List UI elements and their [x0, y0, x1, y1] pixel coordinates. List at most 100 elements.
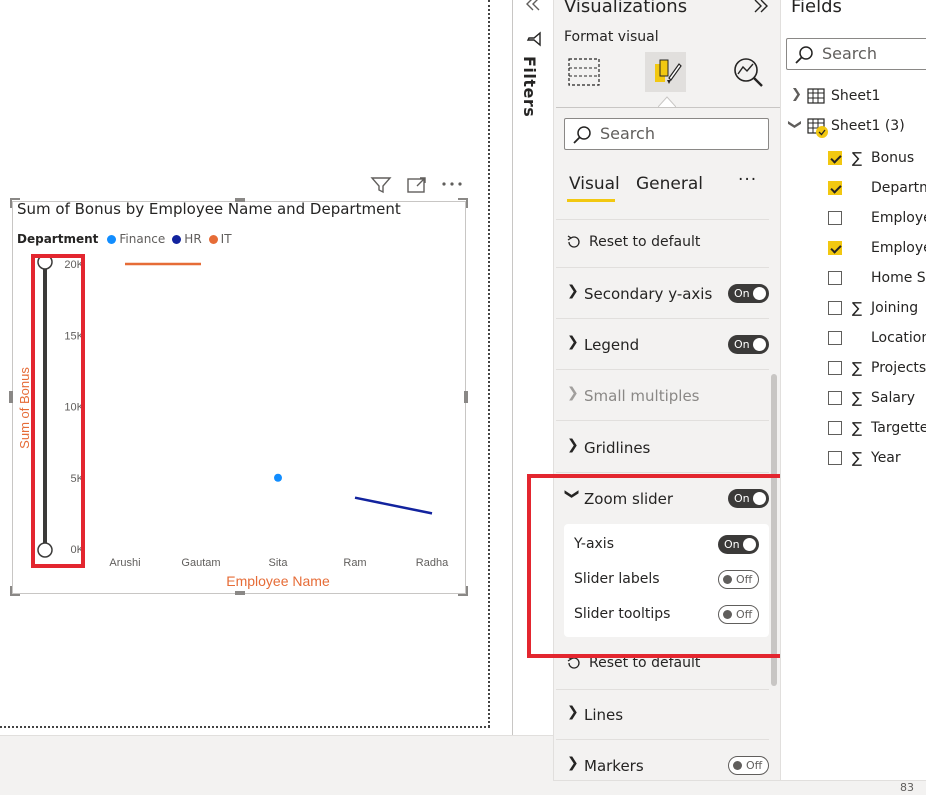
sigma-icon: ∑ — [851, 449, 863, 467]
section-secondary-y-axis[interactable]: Secondary y-axis — [584, 285, 712, 303]
format-tabs-divider — [556, 107, 780, 108]
section-markers[interactable]: Markers — [584, 757, 644, 775]
field-label: Employe — [871, 210, 926, 226]
field-item[interactable]: Employe — [828, 238, 926, 258]
status-bar — [553, 780, 926, 795]
field-label: Departm — [871, 180, 926, 196]
field-checkbox[interactable] — [828, 331, 842, 345]
x-tick-label: Sita — [269, 557, 289, 569]
field-label: Location — [871, 330, 926, 346]
table-sheet1[interactable]: Sheet1 — [831, 88, 880, 104]
x-tick-label: Radha — [416, 557, 449, 569]
canvas-border-right — [488, 0, 490, 727]
chevron-right-icon: ❯ — [567, 704, 579, 720]
search-icon — [795, 46, 813, 64]
chevron-right-icon[interactable]: ❯ — [791, 87, 802, 102]
collapse-filters-icon[interactable] — [524, 0, 542, 12]
chevron-right-icon: ❯ — [567, 437, 579, 453]
data-point-finance[interactable] — [274, 473, 282, 482]
field-label: Bonus — [871, 150, 915, 166]
field-item[interactable]: ∑ Year — [828, 448, 901, 468]
canvas-border-bottom — [0, 726, 490, 728]
visualizations-title: Visualizations — [564, 0, 688, 17]
search-placeholder: Search — [822, 44, 877, 63]
x-axis: Arushi Gautam Sita Ram Radha — [109, 557, 449, 569]
highlight-box-zoom-slider-settings — [527, 474, 795, 658]
divider — [556, 420, 769, 421]
highlight-box-zoom-slider — [31, 254, 85, 568]
filter-funnel-icon — [526, 31, 541, 47]
section-gridlines[interactable]: Gridlines — [584, 439, 650, 457]
reset-icon — [567, 235, 580, 248]
x-tick-label: Ram — [343, 557, 366, 569]
divider — [556, 472, 769, 473]
field-checkbox[interactable] — [828, 181, 842, 195]
field-checkbox[interactable] — [828, 211, 842, 225]
field-checkbox[interactable] — [828, 241, 842, 255]
chart-series — [125, 262, 433, 515]
field-item[interactable]: Departm — [828, 178, 926, 198]
tab-visual[interactable]: Visual — [569, 174, 620, 194]
reset-to-default-link[interactable]: Reset to default — [589, 234, 700, 250]
field-checkbox[interactable] — [828, 361, 842, 375]
field-item[interactable]: ∑ Projects — [828, 358, 926, 378]
x-tick-label: Gautam — [181, 557, 220, 569]
field-item[interactable]: ∑ Targette — [828, 418, 926, 438]
tab-general[interactable]: General — [636, 174, 703, 194]
field-checkbox[interactable] — [828, 451, 842, 465]
field-item[interactable]: Home S — [828, 268, 926, 288]
divider — [556, 689, 769, 690]
search-icon — [573, 126, 591, 144]
field-item[interactable]: Employe — [828, 208, 926, 228]
page-tabs-bar — [0, 735, 553, 795]
field-checkbox[interactable] — [828, 151, 842, 165]
build-visual-icon[interactable] — [567, 56, 601, 88]
filters-label[interactable]: Filters — [520, 56, 539, 117]
divider — [556, 739, 769, 740]
fields-title: Fields — [791, 0, 842, 17]
divider — [556, 219, 769, 220]
table-sheet1-3[interactable]: Sheet1 (3) — [831, 118, 905, 134]
x-tick-label: Arushi — [109, 557, 140, 569]
chevron-right-icon: ❯ — [567, 283, 579, 299]
tab-more-options[interactable]: ··· — [738, 170, 757, 190]
chevron-right-icon: ❯ — [567, 755, 579, 771]
field-checkbox[interactable] — [828, 301, 842, 315]
section-lines[interactable]: Lines — [584, 706, 623, 724]
field-checkbox[interactable] — [828, 271, 842, 285]
field-checkbox[interactable] — [828, 391, 842, 405]
field-checkbox[interactable] — [828, 421, 842, 435]
sigma-icon: ∑ — [851, 299, 863, 317]
field-item[interactable]: ∑ Bonus — [828, 148, 914, 168]
visualizations-search-input[interactable]: Search — [564, 118, 769, 150]
field-item[interactable]: ∑ Salary — [828, 388, 915, 408]
field-label: Home S — [871, 270, 926, 286]
markers-toggle[interactable]: Off — [728, 756, 769, 775]
legend-toggle[interactable]: On — [728, 335, 769, 354]
paint-brush-icon[interactable] — [651, 56, 683, 88]
field-label: Year — [871, 450, 901, 466]
field-item[interactable]: ∑ Joining — [828, 298, 918, 318]
field-item[interactable]: Location — [828, 328, 926, 348]
analytics-icon[interactable] — [732, 56, 766, 88]
y-axis-title: Sum of Bonus — [17, 367, 32, 449]
section-legend[interactable]: Legend — [584, 336, 639, 354]
field-label: Targette — [871, 420, 926, 436]
field-label: Joining — [871, 300, 919, 316]
format-visual-label: Format visual — [564, 29, 659, 45]
search-placeholder: Search — [600, 124, 655, 143]
field-label: Projects — [871, 360, 926, 376]
field-label: Employe — [871, 240, 926, 256]
chevron-right-icon: ❯ — [567, 334, 579, 350]
chevron-down-icon[interactable]: ❯ — [787, 119, 802, 130]
field-label: Salary — [871, 390, 915, 406]
sigma-icon: ∑ — [851, 149, 863, 167]
collapse-visualizations-icon[interactable] — [752, 0, 770, 14]
table-icon — [807, 118, 828, 138]
active-tab-pointer — [658, 96, 676, 107]
series-line-hr[interactable] — [354, 496, 433, 515]
sigma-icon: ∑ — [851, 359, 863, 377]
divider — [556, 369, 769, 370]
section-small-multiples[interactable]: Small multiples — [584, 387, 700, 405]
secondary-y-axis-toggle[interactable]: On — [728, 284, 769, 303]
